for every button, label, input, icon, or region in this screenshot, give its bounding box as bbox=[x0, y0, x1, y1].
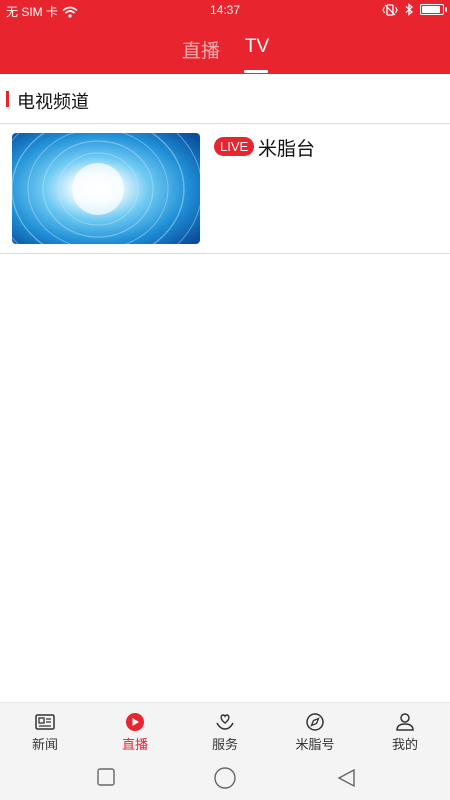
recents-square-icon[interactable] bbox=[96, 767, 116, 787]
play-icon bbox=[126, 713, 144, 731]
bottom-tab-bar: 新闻 直播 服务 米脂号 我的 bbox=[0, 702, 450, 758]
bottom-tab-service[interactable]: 服务 bbox=[180, 703, 270, 759]
bottom-tab-live[interactable]: 直播 bbox=[90, 703, 180, 759]
bottom-tab-label: 米脂号 bbox=[295, 737, 335, 752]
status-right bbox=[382, 3, 447, 16]
bottom-tab-label: 我的 bbox=[391, 737, 418, 752]
bottom-tab-label: 服务 bbox=[211, 737, 238, 752]
active-tab-indicator bbox=[244, 70, 268, 73]
battery-icon bbox=[420, 4, 447, 15]
blue-swirl-thumbnail bbox=[12, 133, 200, 244]
vibrate-icon bbox=[382, 3, 398, 16]
live-badge: LIVE bbox=[214, 137, 255, 156]
system-nav-bar bbox=[0, 758, 450, 800]
bottom-tab-me[interactable]: 我的 bbox=[360, 703, 450, 759]
section-header: 电视频道 bbox=[0, 74, 450, 124]
battery-level-fill bbox=[422, 6, 441, 13]
bottom-tab-mizhihao[interactable]: 米脂号 bbox=[270, 703, 360, 759]
tab-live[interactable]: 直播 bbox=[180, 36, 222, 63]
bottom-tab-label: 直播 bbox=[121, 737, 148, 752]
top-tab-bar: 直播 TV bbox=[0, 22, 450, 74]
compass-icon bbox=[306, 713, 324, 731]
channel-name[interactable]: 米脂台 bbox=[258, 134, 315, 161]
bottom-tab-news[interactable]: 新闻 bbox=[0, 703, 90, 759]
user-icon bbox=[396, 713, 414, 731]
home-circle-icon[interactable] bbox=[213, 767, 237, 789]
tab-tv[interactable]: TV bbox=[240, 36, 274, 58]
channel-thumbnail[interactable] bbox=[12, 133, 200, 244]
back-triangle-icon[interactable] bbox=[335, 767, 357, 789]
bluetooth-icon bbox=[405, 3, 413, 16]
bottom-tab-label: 新闻 bbox=[31, 737, 58, 752]
section-title: 电视频道 bbox=[17, 92, 89, 112]
heart-hand-icon bbox=[216, 714, 234, 730]
section-accent-bar bbox=[6, 91, 9, 107]
status-bar: 无 SIM 卡 14:37 bbox=[0, 0, 450, 22]
newspaper-icon bbox=[35, 714, 55, 730]
